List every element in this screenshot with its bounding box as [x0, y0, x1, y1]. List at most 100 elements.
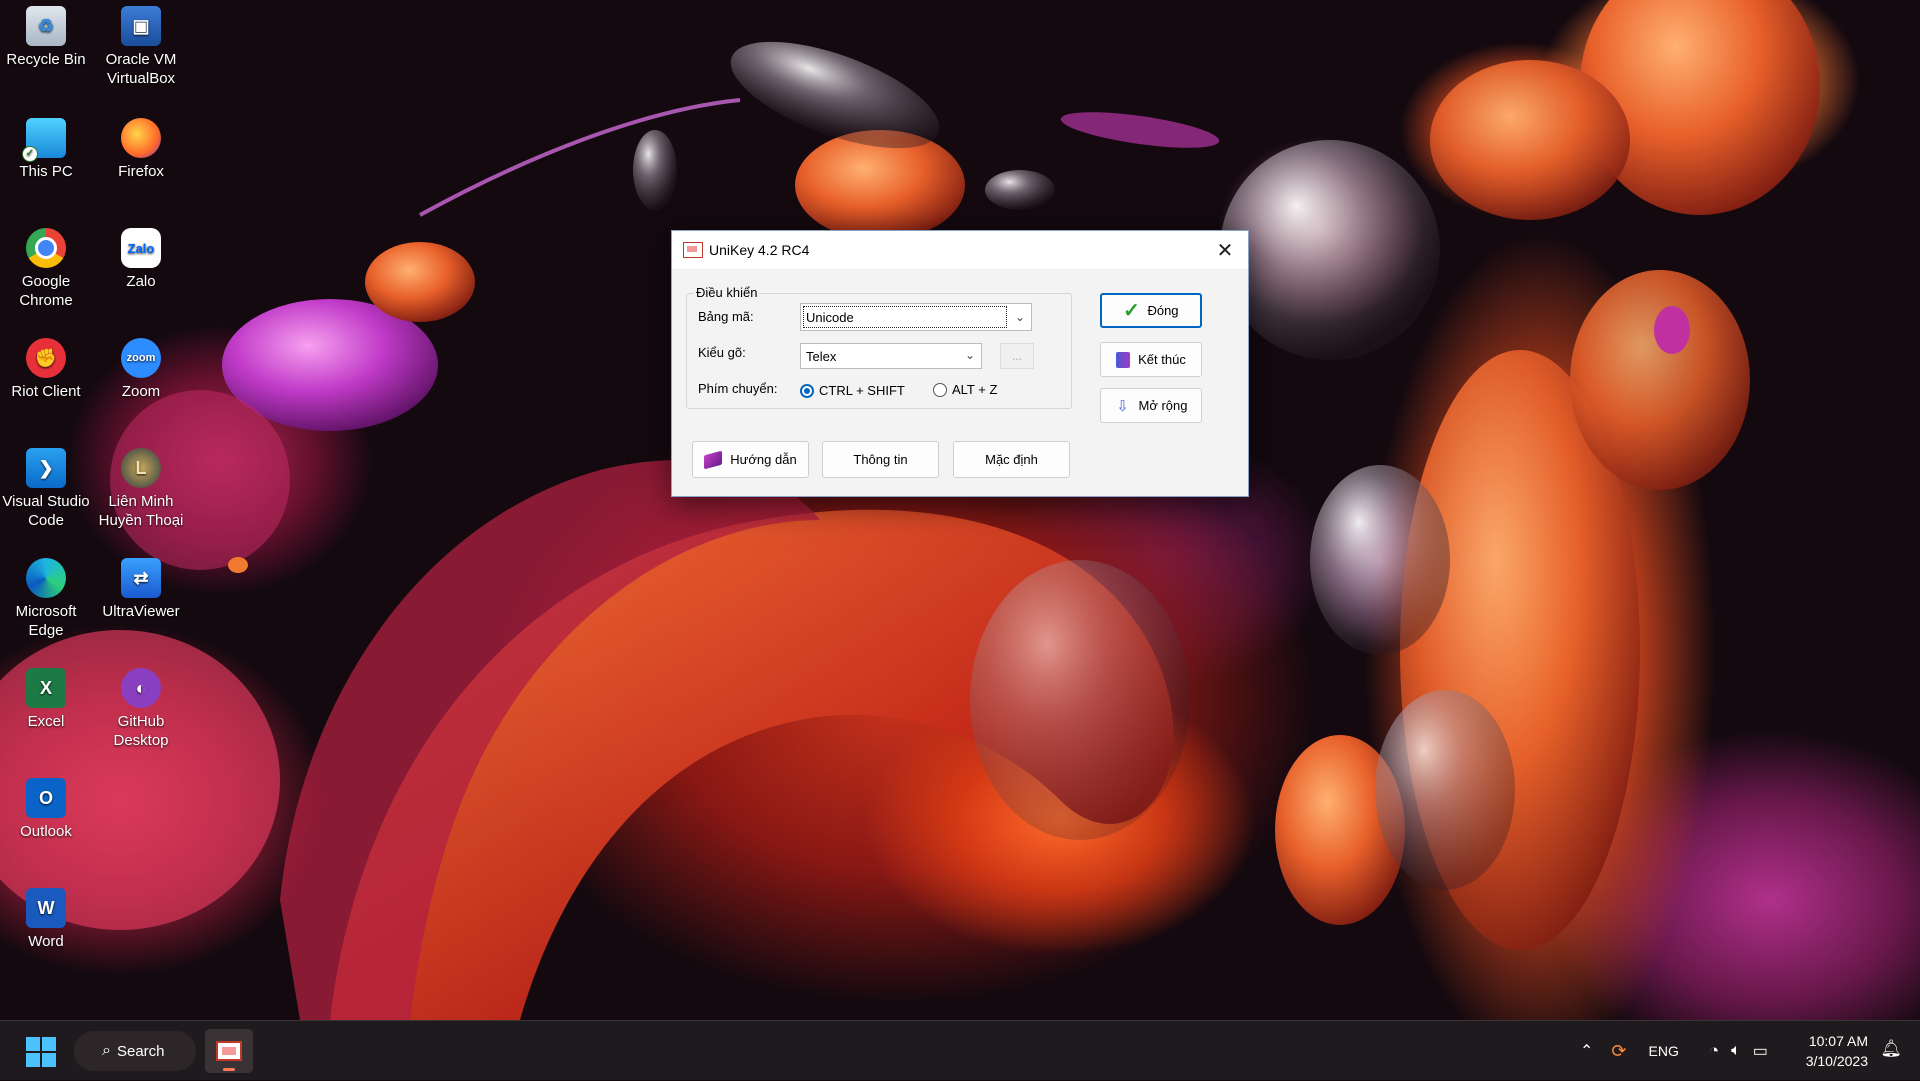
taskbar-search[interactable]: ⌕ Search: [74, 1031, 196, 1071]
unikey-app-icon: [683, 242, 703, 258]
desktop-icon-riot-client[interactable]: ✊ Riot Client: [0, 338, 92, 401]
icon-label-line2: VirtualBox: [106, 70, 176, 87]
input-method-value: Telex: [806, 349, 837, 364]
arrow-down-icon: ⇩: [1116, 397, 1129, 415]
system-tray: ⌃ ⟳ ENG ◔ 🔈︎ ▭: [1580, 1021, 1768, 1081]
taskbar-unikey-app[interactable]: [205, 1029, 253, 1073]
windows-logo-icon-part: [42, 1037, 56, 1051]
zoom-icon: zoom: [121, 338, 161, 378]
desktop-icon-chrome[interactable]: Google Chrome: [0, 228, 92, 310]
taskbar-clock[interactable]: 10:07 AM 3/10/2023: [1806, 1031, 1868, 1071]
guide-button-label: Hướng dẫn: [730, 452, 797, 467]
desktop-icon-github-desktop[interactable]: ◐ GitHub Desktop: [95, 668, 187, 750]
default-button[interactable]: Mặc định: [953, 441, 1070, 478]
icon-label: Visual Studio: [2, 493, 90, 510]
close-icon: ✕: [1216, 239, 1234, 262]
exit-door-icon: [1116, 351, 1131, 368]
desktop-icon-virtualbox[interactable]: ▣ Oracle VM VirtualBox: [95, 6, 187, 88]
close-window-button[interactable]: ✕: [1202, 231, 1248, 269]
this-pc-icon: ✓: [22, 118, 66, 162]
desktop-icon-firefox[interactable]: Firefox: [95, 118, 187, 181]
chevron-down-icon: ⌄: [1014, 310, 1025, 324]
outlook-icon: O: [26, 778, 66, 818]
zalo-icon-text: Zalo: [127, 240, 155, 256]
chevron-up-icon[interactable]: ⌃: [1580, 1041, 1593, 1061]
unikey-taskbar-icon: [216, 1041, 242, 1061]
radio-alt-z-label: ALT + Z: [952, 382, 998, 397]
chevron-down-icon: ⌄: [964, 348, 975, 362]
radio-alt-z[interactable]: ALT + Z: [933, 382, 997, 397]
desktop-icon-ultraviewer[interactable]: ⇄ UltraViewer: [95, 558, 187, 621]
windows-logo-icon-part: [42, 1053, 56, 1067]
desktop-icon-this-pc[interactable]: ✓ This PC: [0, 118, 92, 181]
sync-status-icon[interactable]: ⟳: [1611, 1041, 1626, 1062]
info-button[interactable]: Thông tin: [822, 441, 939, 478]
switch-key-label: Phím chuyển:: [698, 381, 778, 396]
notification-bell-icon[interactable]: 🔔︎: [1880, 1039, 1902, 1059]
volume-icon[interactable]: 🔈︎: [1731, 1042, 1741, 1060]
close-button-label: Đóng: [1147, 303, 1179, 318]
input-method-select[interactable]: Telex ⌄: [800, 343, 982, 369]
default-button-label: Mặc định: [985, 452, 1038, 467]
icon-label: Excel: [27, 713, 65, 730]
edge-icon: [26, 558, 66, 598]
expand-button[interactable]: ⇩ Mở rộng: [1100, 388, 1202, 423]
radio-ctrl-shift[interactable]: CTRL + SHIFT: [800, 383, 905, 398]
sync-badge-icon: ✓: [22, 146, 38, 162]
desktop-wallpaper: [0, 0, 1920, 1020]
radio-dot-selected: [800, 383, 814, 398]
word-icon-text: W: [37, 897, 55, 918]
book-icon: [704, 450, 723, 469]
clock-date: 3/10/2023: [1805, 1053, 1868, 1069]
virtualbox-icon: ▣: [121, 6, 161, 46]
charset-select[interactable]: Unicode ⌄: [800, 303, 1032, 331]
wifi-icon[interactable]: ◔: [1709, 1041, 1719, 1061]
clock-time: 10:07 AM: [1808, 1033, 1868, 1049]
control-group-label: Điều khiển: [694, 285, 760, 300]
window-titlebar[interactable]: UniKey 4.2 RC4 ✕: [672, 231, 1248, 269]
battery-icon[interactable]: ▭: [1753, 1041, 1768, 1061]
close-button[interactable]: ✓ Đóng: [1100, 293, 1202, 328]
guide-button[interactable]: Hướng dẫn: [692, 441, 809, 478]
riot-client-icon: ✊: [26, 338, 66, 378]
language-indicator[interactable]: ENG: [1649, 1043, 1679, 1059]
start-button[interactable]: [26, 1037, 56, 1067]
icon-label: Zoom: [121, 383, 161, 400]
icon-label: Firefox: [118, 163, 164, 180]
exit-button-label: Kết thúc: [1138, 352, 1186, 367]
desktop-icon-word[interactable]: W Word: [0, 888, 92, 951]
search-label: Search: [116, 1042, 165, 1060]
exit-button[interactable]: Kết thúc: [1100, 342, 1202, 377]
outlook-icon-text: O: [38, 787, 53, 808]
zalo-icon: Zalo: [121, 228, 161, 268]
excel-icon: X: [26, 668, 66, 708]
charset-label: Bảng mã:: [698, 309, 754, 324]
icon-label-line2: Huyền Thoại: [98, 512, 184, 529]
desktop-icon-zoom[interactable]: zoom Zoom: [95, 338, 187, 401]
windows-logo-icon: [26, 1037, 40, 1051]
desktop-icon-outlook[interactable]: O Outlook: [0, 778, 92, 841]
ultraviewer-icon: ⇄: [121, 558, 161, 598]
input-method-options-button[interactable]: ...: [1000, 343, 1034, 369]
desktop-icon-league[interactable]: L Liên Minh Huyền Thoại: [95, 448, 187, 530]
icon-label: Liên Minh: [108, 493, 174, 510]
github-desktop-icon: ◐: [121, 668, 161, 708]
zoom-icon-text: zoom: [126, 351, 156, 364]
icon-label: Zalo: [126, 273, 156, 290]
excel-icon-text: X: [39, 677, 52, 698]
chrome-icon: [26, 228, 66, 268]
input-method-label: Kiểu gõ:: [698, 345, 746, 360]
desktop-icon-zalo[interactable]: Zalo Zalo: [95, 228, 187, 291]
desktop-icon-edge[interactable]: Microsoft Edge: [0, 558, 92, 640]
firefox-icon: [121, 118, 161, 158]
icon-label-line2: Edge: [28, 622, 64, 639]
desktop-icon-vscode[interactable]: ❯ Visual Studio Code: [0, 448, 92, 530]
search-icon: ⌕: [102, 1042, 111, 1059]
league-icon: L: [121, 448, 161, 488]
icon-label: Microsoft: [15, 603, 77, 620]
icon-label-line2: Code: [28, 512, 64, 529]
unikey-window: UniKey 4.2 RC4 ✕ Điều khiển Bảng mã: Uni…: [671, 230, 1249, 497]
desktop-icon-excel[interactable]: X Excel: [0, 668, 92, 731]
desktop-icon-recycle-bin[interactable]: ♻ Recycle Bin: [0, 6, 92, 69]
checkmark-icon: ✓: [1123, 300, 1140, 322]
